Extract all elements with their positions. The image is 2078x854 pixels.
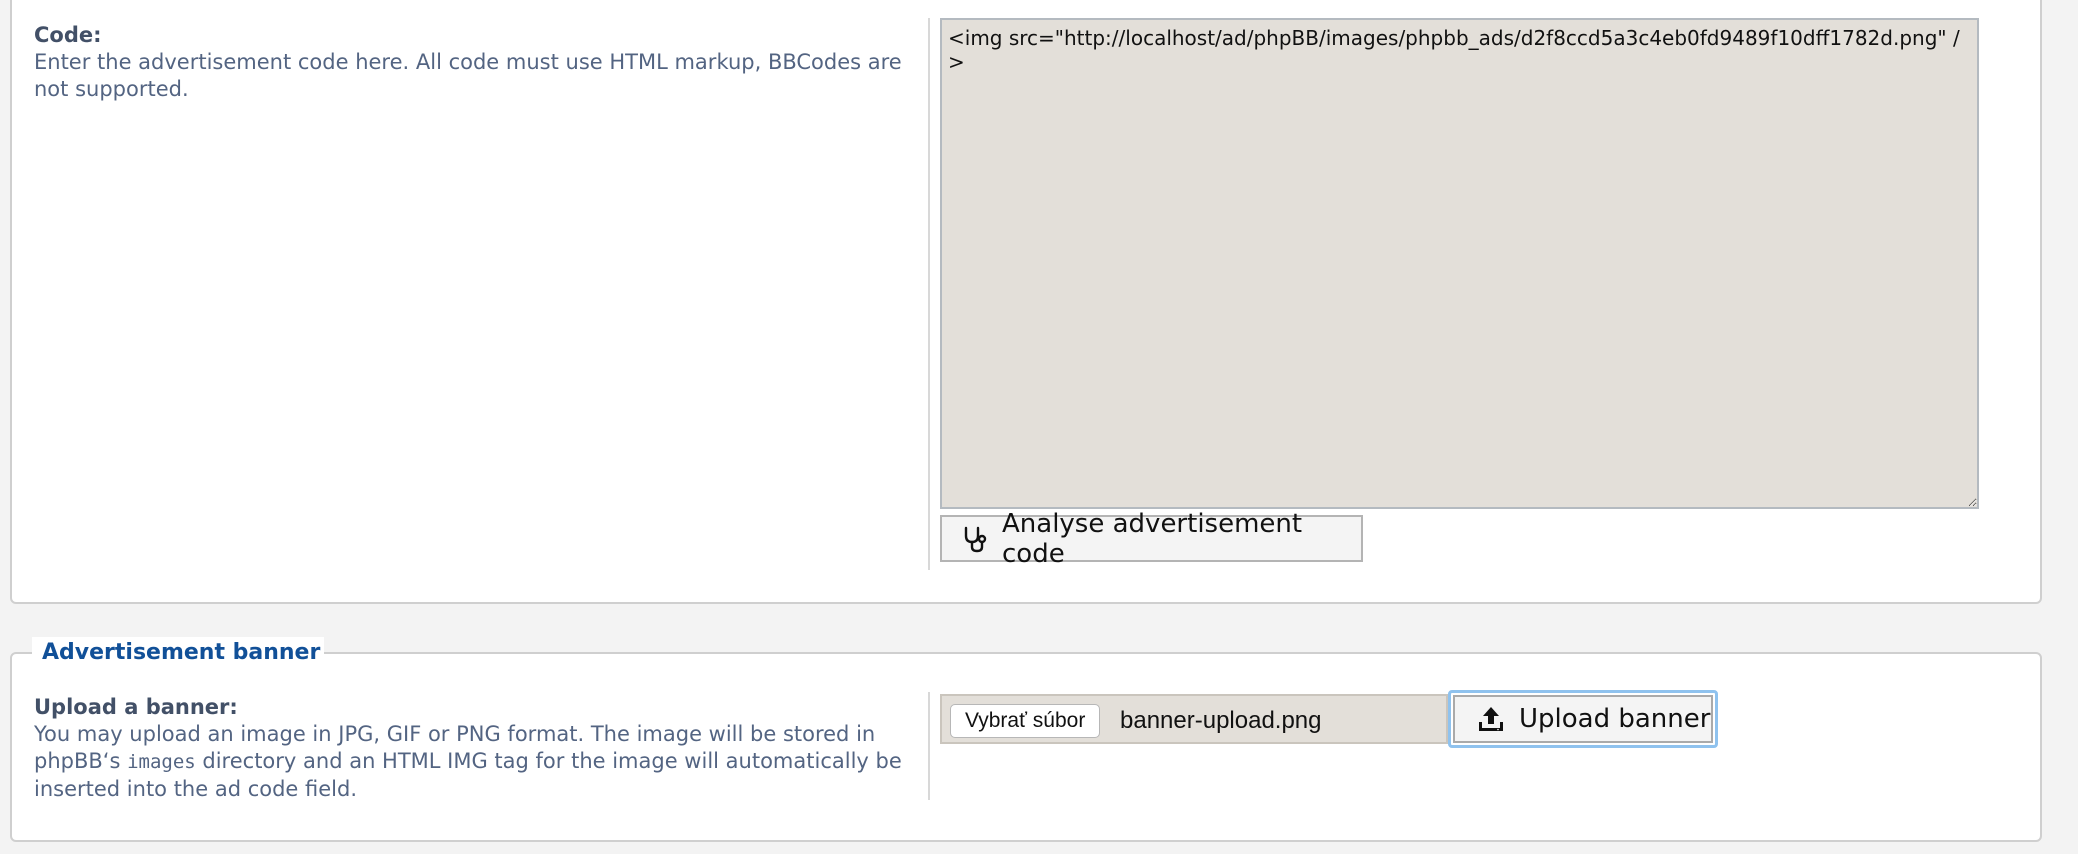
code-label-column: Code: Enter the advertisement code here.… <box>34 22 934 103</box>
upload-banner-description: You may upload an image in JPG, GIF or P… <box>34 722 902 801</box>
upload-banner-label: Upload a banner: <box>34 695 238 719</box>
code-description: Enter the advertisement code here. All c… <box>34 50 902 101</box>
upload-button-label: Upload banner <box>1519 704 1711 734</box>
file-input[interactable]: Vybrať súbor banner-upload.png <box>940 694 1448 744</box>
ad-code-textarea[interactable]: <img src="http://localhost/ad/phpBB/imag… <box>940 18 1979 509</box>
banner-legend: Advertisement banner <box>32 637 325 669</box>
banner-fieldset: Advertisement banner Upload a banner: Yo… <box>10 637 2042 842</box>
images-dir-code: images <box>127 751 196 773</box>
code-fieldset: Code: Enter the advertisement code here.… <box>10 0 2042 604</box>
upload-icon <box>1477 705 1505 733</box>
selected-file-name: banner-upload.png <box>1120 707 1322 734</box>
code-label: Code: <box>34 23 102 47</box>
banner-label-column: Upload a banner: You may upload an image… <box>34 694 934 803</box>
upload-banner-button[interactable]: Upload banner <box>1453 695 1713 743</box>
stethoscope-icon <box>962 525 988 553</box>
analyse-code-button[interactable]: Analyse advertisement code <box>940 509 1363 569</box>
column-divider <box>928 18 930 570</box>
analyse-button-label: Analyse advertisement code <box>1002 508 1303 569</box>
column-divider <box>928 692 930 800</box>
choose-file-button[interactable]: Vybrať súbor <box>950 704 1101 738</box>
